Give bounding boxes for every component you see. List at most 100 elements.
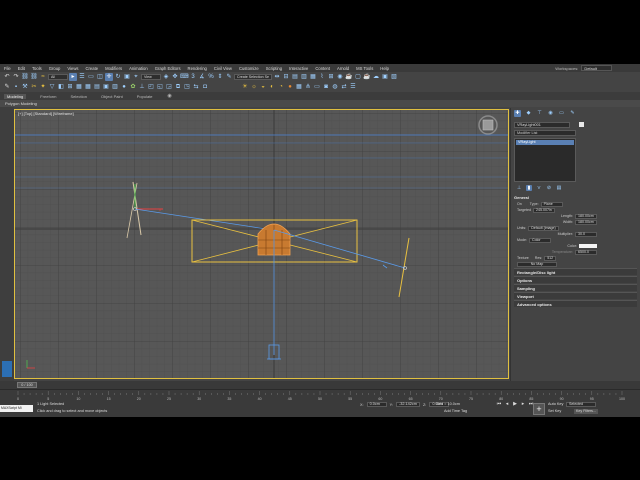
key-filters-button[interactable]: Key Filters... <box>574 409 598 414</box>
workspaces-dropdown[interactable]: Default <box>581 65 612 71</box>
grid-icon[interactable]: ▦ <box>84 83 92 91</box>
vray-sphere-light-icon[interactable]: ● <box>286 83 294 91</box>
menu-help[interactable]: Help <box>380 66 389 71</box>
maxscript-listener[interactable]: MAXScript Mi <box>0 405 33 412</box>
vray-dome-icon[interactable]: ◒ <box>259 83 267 91</box>
rollout-options[interactable]: Options <box>514 276 637 283</box>
menu-modifiers[interactable]: Modifiers <box>105 66 122 71</box>
viewport-layout-tab[interactable] <box>2 361 12 377</box>
time-slider[interactable]: 0 / 100 <box>17 382 37 388</box>
snaps-toggle-icon[interactable]: 3 <box>189 73 197 81</box>
menu-arnold[interactable]: Arnold <box>337 66 349 71</box>
window-crossing-icon[interactable]: ◫ <box>96 73 104 81</box>
hierarchy-icon[interactable]: ⊥ <box>138 83 146 91</box>
undo-icon[interactable]: ↶ <box>3 73 11 81</box>
select-manipulate-icon[interactable]: ✥ <box>171 73 179 81</box>
display-icon[interactable]: ◰ <box>147 83 155 91</box>
align-icon[interactable]: ⊟ <box>282 73 290 81</box>
vray-proxy-icon[interactable]: ▦ <box>295 83 303 91</box>
object-color-swatch[interactable] <box>579 122 585 128</box>
hierarchy-tab-icon[interactable]: ⊤ <box>536 110 543 117</box>
select-by-name-icon[interactable]: ☰ <box>78 73 86 81</box>
vray-material-icon[interactable]: ◍ <box>331 83 339 91</box>
sphere-icon[interactable]: ● <box>120 83 128 91</box>
menu-scripting[interactable]: Scripting <box>266 66 282 71</box>
unlink-icon[interactable]: ⛓ <box>30 73 38 81</box>
rendered-frame-window-icon[interactable]: ▢ <box>354 73 362 81</box>
bind-spacewarp-icon[interactable]: ≈ <box>39 73 47 81</box>
render-production-icon[interactable]: ☕ <box>363 73 371 81</box>
width-input[interactable]: 180.00cm <box>575 219 597 225</box>
rollout-rectangle-disc-light[interactable]: Rectangle/Disc light <box>514 268 637 275</box>
menu-file[interactable]: File <box>4 66 11 71</box>
edit-named-selection-icon[interactable]: ✎ <box>225 73 233 81</box>
texture-map-button[interactable]: No Map <box>517 261 557 267</box>
menu-edit[interactable]: Edit <box>18 66 25 71</box>
res-input[interactable]: 512 <box>544 255 557 261</box>
toggle-icon[interactable]: ◳ <box>183 83 191 91</box>
targeted-checkbox[interactable]: Targeted <box>517 208 531 212</box>
length-input[interactable]: 180.00cm <box>575 213 597 219</box>
tab-modeling[interactable]: Modeling <box>4 93 27 99</box>
layout-icon[interactable]: ◱ <box>156 83 164 91</box>
make-unique-icon[interactable]: ⋎ <box>536 185 542 191</box>
material-editor-icon[interactable]: ◉ <box>336 73 344 81</box>
vray-ambient-icon[interactable]: ◔ <box>277 83 285 91</box>
select-and-move-icon[interactable]: ✛ <box>105 73 113 81</box>
menu-customize[interactable]: Customize <box>239 66 259 71</box>
menu-civil-view[interactable]: Civil View <box>214 66 232 71</box>
next-frame-icon[interactable]: ▸ <box>520 401 526 407</box>
reference-coordinate-dropdown[interactable]: View <box>141 74 161 80</box>
a360-gallery-icon[interactable]: ▣ <box>381 73 389 81</box>
redo-icon[interactable]: ↷ <box>12 73 20 81</box>
render-in-cloud-icon[interactable]: ☁ <box>372 73 380 81</box>
auto-key-button[interactable]: Auto Key <box>548 402 563 406</box>
multiplier-input[interactable]: 30.0 <box>575 231 597 237</box>
camera-icon[interactable]: ◘ <box>201 83 209 91</box>
stack-item-vraylight[interactable]: VRayLight <box>516 140 574 145</box>
select-tool-icon[interactable]: ◧ <box>57 83 65 91</box>
vray-lister-icon[interactable]: ☰ <box>349 83 357 91</box>
time-slider-bar[interactable]: 0 / 100 <box>0 381 640 389</box>
set-key-icon[interactable]: + <box>533 403 545 415</box>
top-viewport[interactable]: x [+] [Top] [Standard] [Wireframe] <box>14 109 509 379</box>
vray-plane-icon[interactable]: ▭ <box>313 83 321 91</box>
render-setup-icon[interactable]: ☕ <box>345 73 353 81</box>
add-time-tag[interactable]: Add Time Tag <box>444 409 467 413</box>
display-tab-icon[interactable]: ▭ <box>558 110 565 117</box>
type-dropdown[interactable]: Plane <box>540 201 563 207</box>
tab-populate[interactable]: Populate <box>137 94 153 99</box>
box-icon[interactable]: ▦ <box>75 83 83 91</box>
clone-icon[interactable]: ⧉ <box>174 83 182 91</box>
vray-light-icon[interactable]: ☀ <box>241 83 249 91</box>
shade-icon[interactable]: ◲ <box>165 83 173 91</box>
show-end-result-icon[interactable]: ▮ <box>526 185 532 191</box>
tab-freeform[interactable]: Freeform <box>40 94 56 99</box>
configure-modifier-sets-icon[interactable]: ▤ <box>556 185 562 191</box>
percent-snap-icon[interactable]: % <box>207 73 215 81</box>
vray-ies-icon[interactable]: ◐ <box>268 83 276 91</box>
select-and-rotate-icon[interactable]: ↻ <box>114 73 122 81</box>
viewport-layout-icon[interactable]: ▥ <box>111 83 119 91</box>
object-name-field[interactable]: VRayLight001 <box>514 122 570 128</box>
highlight-icon[interactable]: ✦ <box>39 83 47 91</box>
menu-interactive[interactable]: Interactive <box>289 66 308 71</box>
tool-icon[interactable]: ⚒ <box>21 83 29 91</box>
set-key-button[interactable]: Set Key <box>548 409 561 413</box>
temperature-input[interactable]: 6500.0 <box>575 249 597 255</box>
previous-frame-icon[interactable]: ◂ <box>504 401 510 407</box>
viewport-canvas[interactable]: x <box>15 110 509 379</box>
layer-explorer-icon[interactable]: ▥ <box>300 73 308 81</box>
modifier-list-dropdown[interactable]: Modifier List <box>514 130 576 136</box>
vray-camera-icon[interactable]: ◙ <box>322 83 330 91</box>
mode-dropdown[interactable]: Color <box>529 237 551 243</box>
rectangular-selection-icon[interactable]: ▭ <box>87 73 95 81</box>
menu-animation[interactable]: Animation <box>129 66 148 71</box>
named-selection-sets-dropdown[interactable]: Create Selection Se <box>234 74 272 80</box>
ribbon-options-icon[interactable]: ◉ <box>167 93 173 99</box>
play-icon[interactable]: ▶ <box>512 401 518 407</box>
remove-modifier-icon[interactable]: ⊘ <box>546 185 552 191</box>
schematic-view-icon[interactable]: ⊞ <box>327 73 335 81</box>
rollout-advanced-options[interactable]: Advanced options <box>514 300 637 307</box>
angle-snap-icon[interactable]: ∡ <box>198 73 206 81</box>
